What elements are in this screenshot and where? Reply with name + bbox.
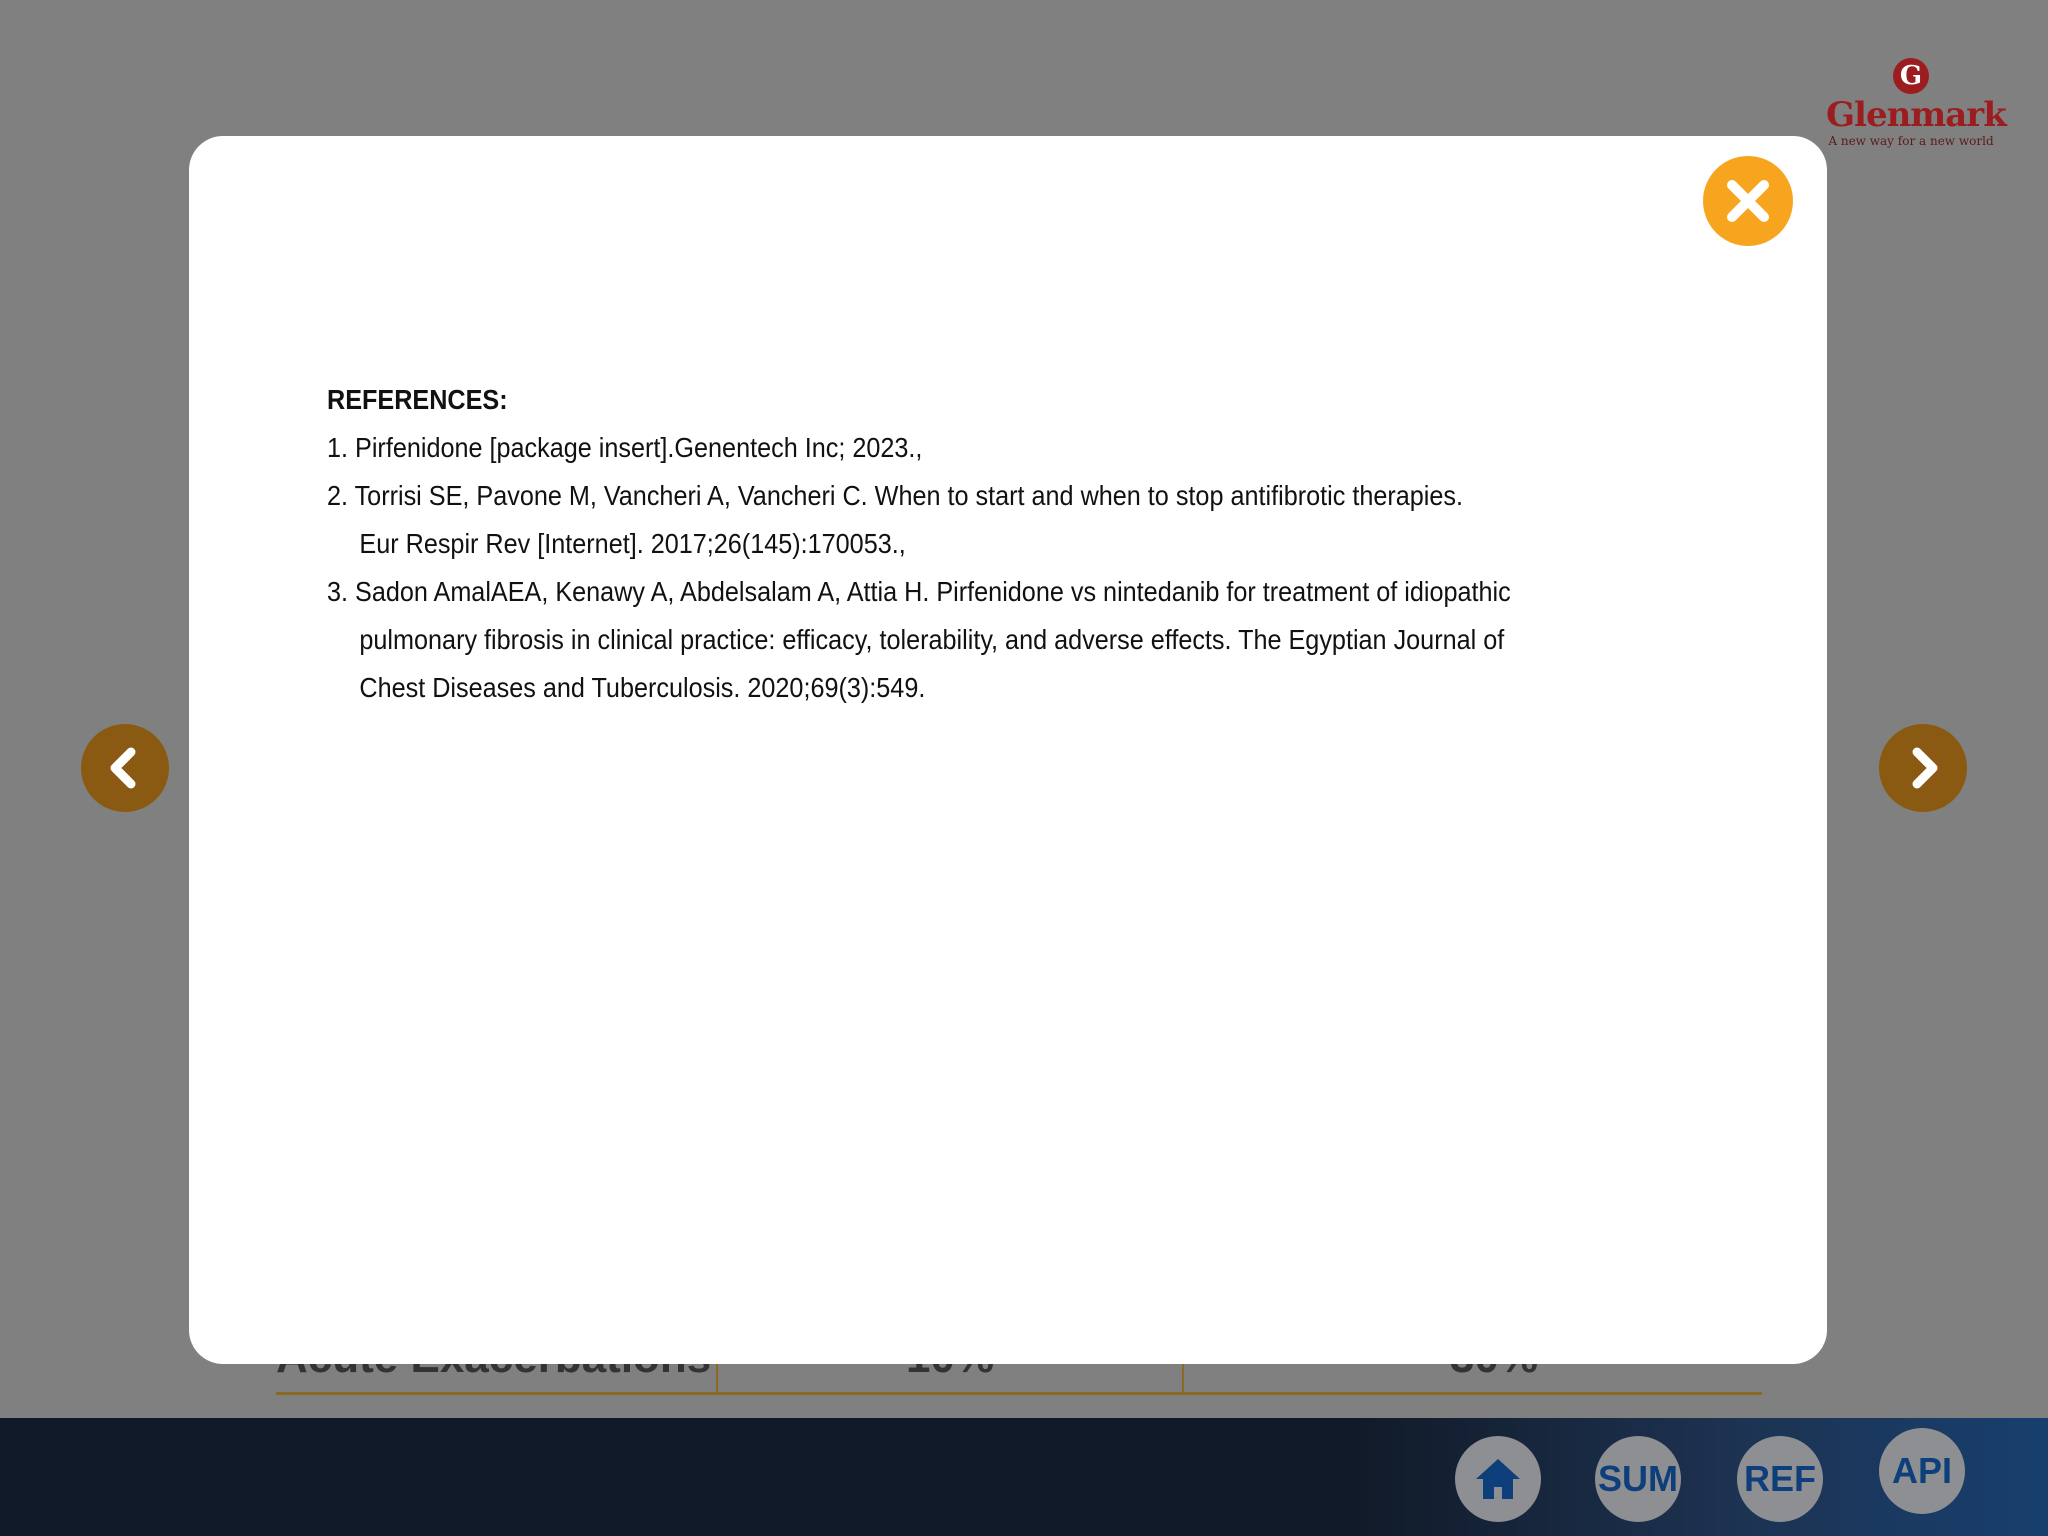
reference-item: 2. Torrisi SE, Pavone M, Vancheri A, Van… [327, 472, 1497, 520]
glenmark-logo: G Glenmark A new way for a new world [1826, 58, 2007, 154]
next-slide-button[interactable] [1879, 724, 1967, 812]
reference-text: Pirfenidone [package insert].Genentech I… [355, 432, 923, 463]
reference-number: 1. [327, 432, 349, 463]
reference-item: 1. Pirfenidone [package insert].Genentec… [327, 424, 1497, 472]
references-list: REFERENCES: 1. Pirfenidone [package inse… [327, 376, 1511, 712]
reference-text-continued: pulmonary fibrosis in clinical practice:… [359, 624, 1505, 655]
chevron-right-icon [1912, 747, 1938, 789]
close-button[interactable] [1703, 156, 1793, 246]
home-icon [1476, 1459, 1520, 1499]
table-rule [276, 1392, 1762, 1395]
api-button[interactable]: API [1879, 1428, 1965, 1514]
summary-button[interactable]: SUM [1595, 1436, 1681, 1522]
reference-text: Sadon AmalAEA, Kenawy A, Abdelsalam A, A… [355, 576, 1511, 607]
reference-item: 3. Sadon AmalAEA, Kenawy A, Abdelsalam A… [327, 568, 1511, 616]
previous-slide-button[interactable] [81, 724, 169, 812]
references-modal: REFERENCES: 1. Pirfenidone [package inse… [189, 136, 1827, 1364]
logo-name: Glenmark [1826, 95, 2007, 135]
reference-text-continued: Eur Respir Rev [Internet]. 2017;26(145):… [359, 528, 906, 559]
references-button[interactable]: REF [1737, 1436, 1823, 1522]
chevron-left-icon [110, 747, 136, 789]
home-button[interactable] [1455, 1436, 1541, 1522]
reference-number: 2. [327, 480, 349, 511]
close-icon [1727, 180, 1769, 222]
reference-text-continued: Chest Diseases and Tuberculosis. 2020;69… [359, 672, 926, 703]
reference-number: 3. [327, 576, 349, 607]
reference-text: Torrisi SE, Pavone M, Vancheri A, Vanche… [354, 480, 1463, 511]
logo-mark: G [1893, 58, 1929, 94]
references-title: REFERENCES: [327, 384, 508, 415]
logo-tagline: A new way for a new world [1828, 134, 1994, 148]
